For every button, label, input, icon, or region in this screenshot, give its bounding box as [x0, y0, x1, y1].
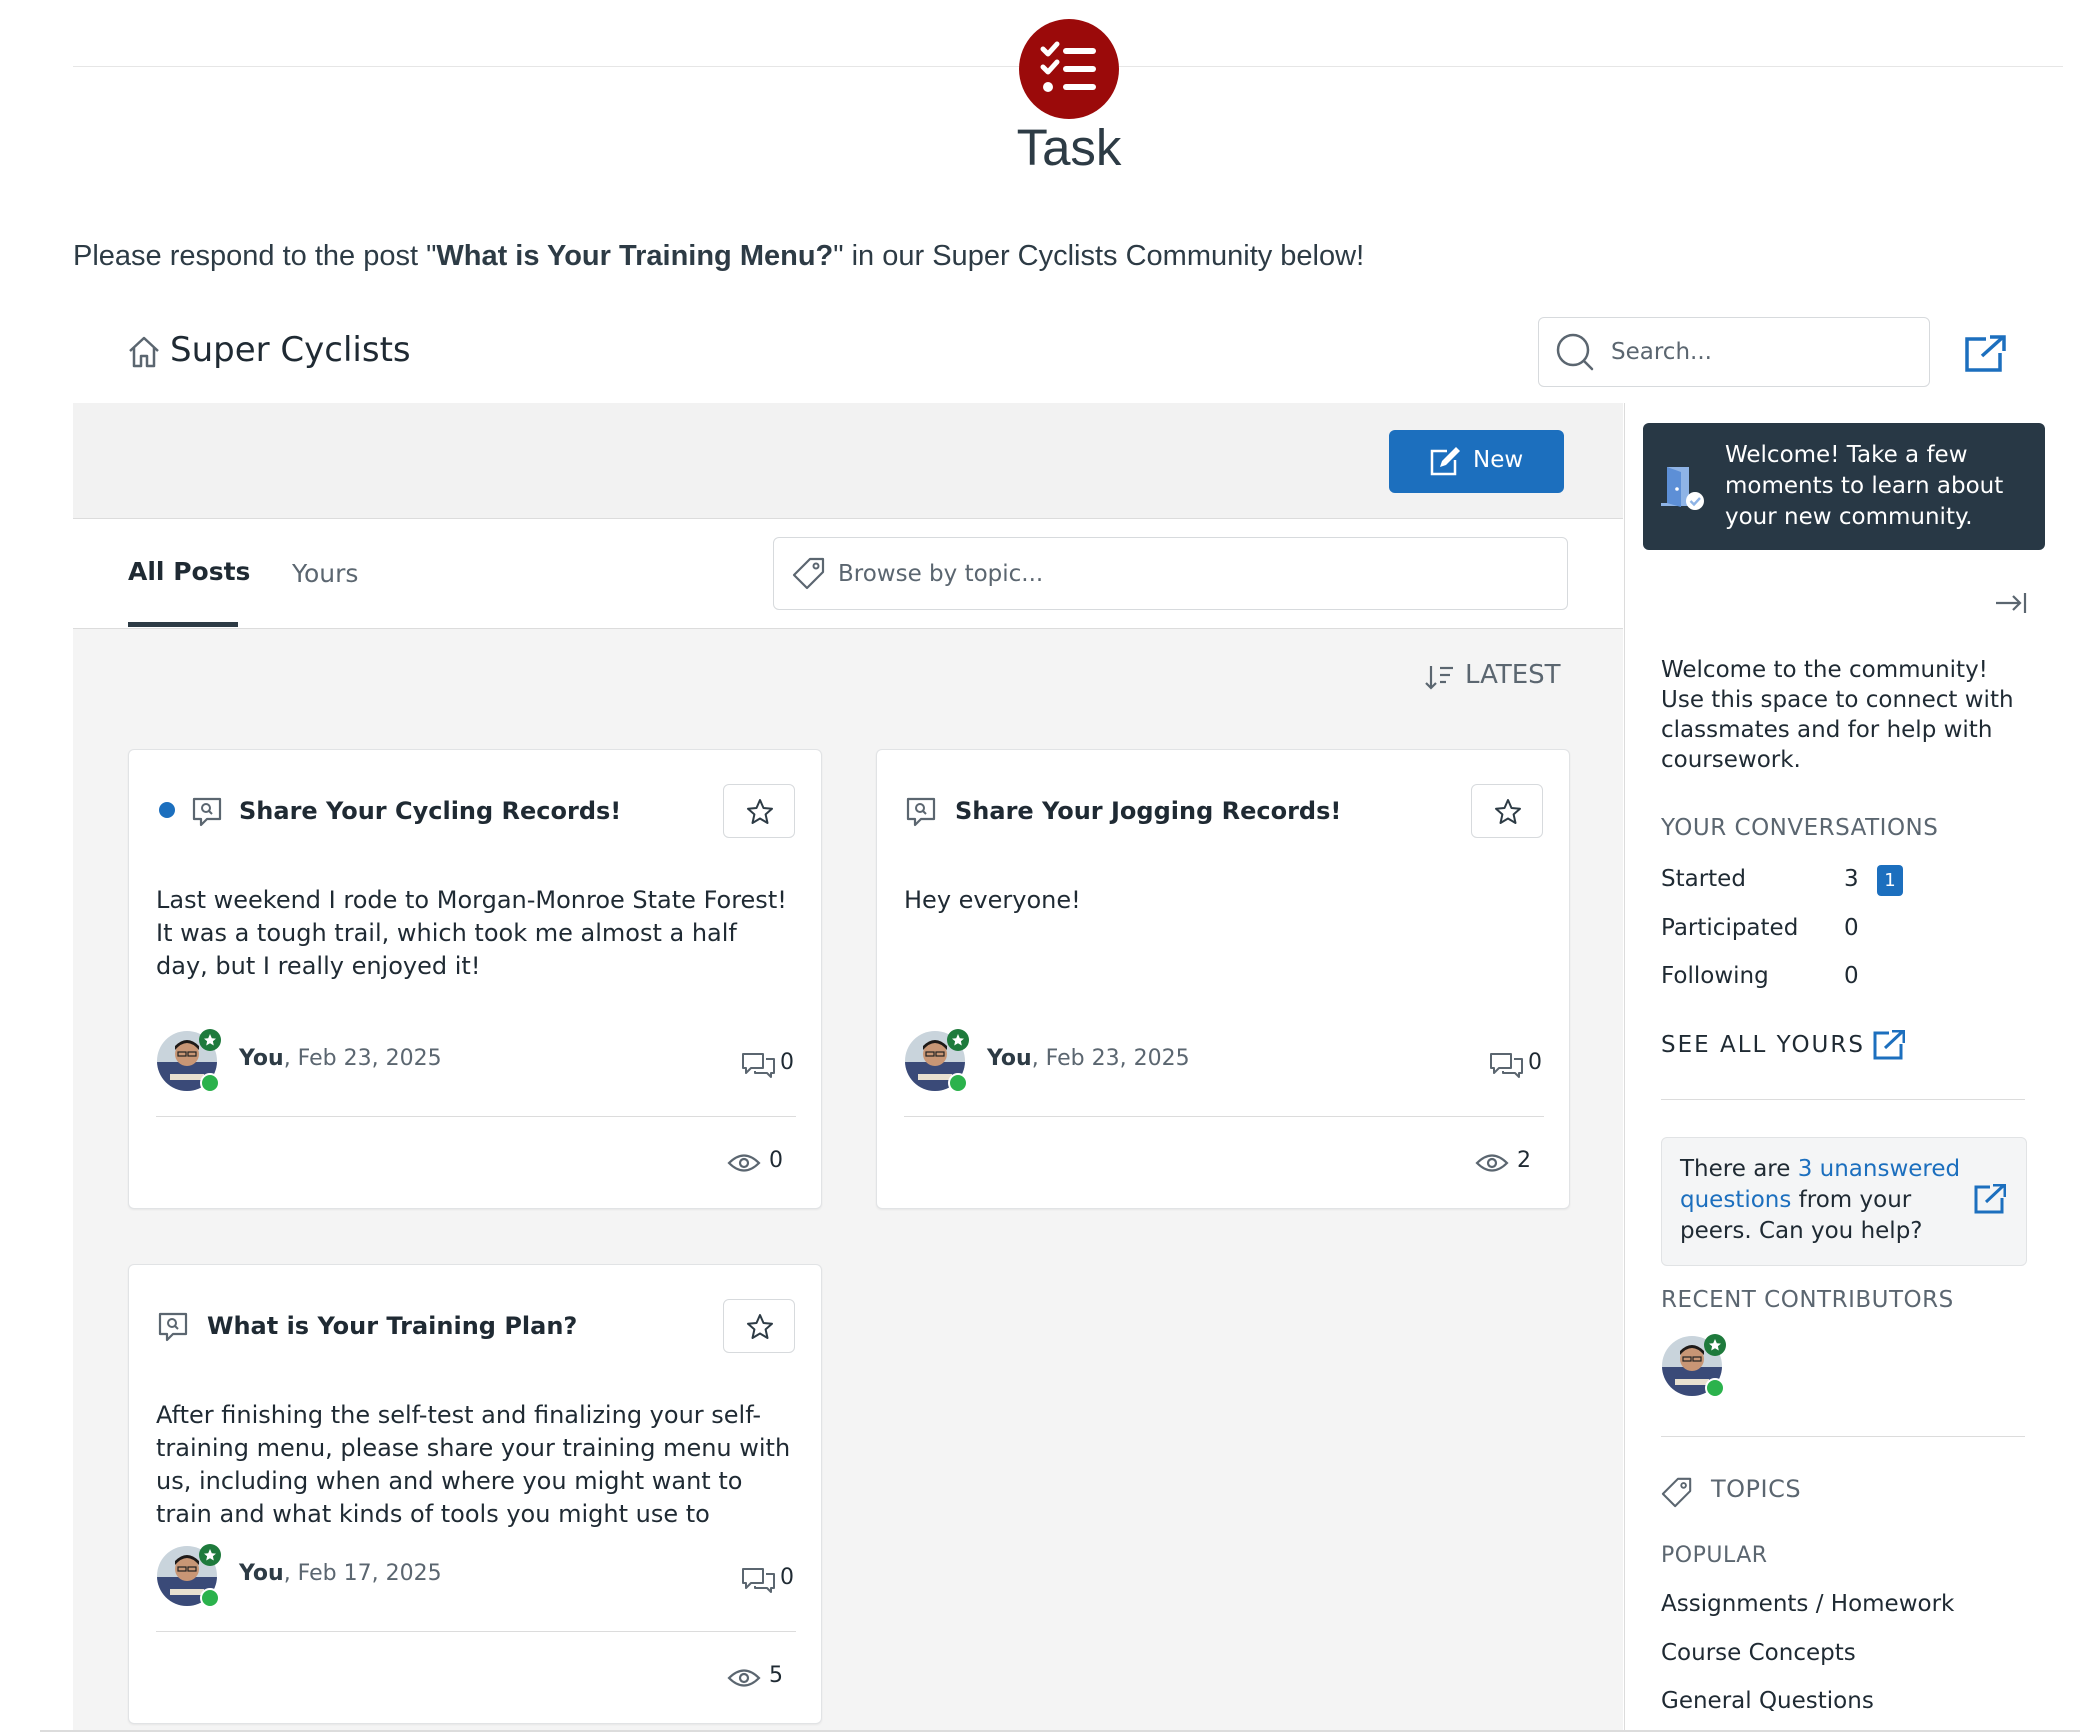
- browse-topic-field[interactable]: [773, 537, 1568, 610]
- sidebar-divider: [1661, 1436, 2025, 1437]
- topic-link[interactable]: Assignments / Homework: [1661, 1591, 1954, 1617]
- post-card[interactable]: Share Your Jogging Records! Hey everyone…: [876, 749, 1570, 1209]
- see-all-yours-link[interactable]: SEE ALL YOURS: [1661, 1032, 1865, 1058]
- recent-contributors-heading: RECENT CONTRIBUTORS: [1661, 1287, 1954, 1313]
- replies-icon: [742, 1568, 775, 1593]
- community-title[interactable]: Super Cyclists: [170, 330, 411, 370]
- tag-icon: [1661, 1477, 1692, 1508]
- post-date: , Feb 17, 2025: [283, 1561, 442, 1586]
- avatar[interactable]: [156, 1543, 222, 1609]
- star-icon: [747, 1314, 773, 1339]
- topic-link[interactable]: General Questions: [1661, 1688, 1874, 1714]
- post-meta: You, Feb 23, 2025: [239, 1046, 442, 1071]
- topics-heading: TOPICS: [1711, 1475, 1802, 1503]
- post-body: Hey everyone!: [904, 886, 1081, 914]
- post-author: You: [239, 1561, 284, 1586]
- unanswered-questions-callout[interactable]: There are 3 unanswered questions from yo…: [1661, 1137, 2027, 1266]
- task-instructions: Please respond to the post "What is Your…: [73, 240, 1364, 273]
- conversations-participated-count: 0: [1844, 915, 1859, 941]
- avatar[interactable]: [156, 1028, 222, 1094]
- instructions-text-end: " in our Super Cyclists Community below!: [833, 240, 1365, 272]
- views-icon: [727, 1669, 761, 1687]
- post-date: , Feb 23, 2025: [283, 1046, 442, 1071]
- search-field[interactable]: [1538, 317, 1930, 387]
- external-link-icon[interactable]: [1974, 1184, 2006, 1214]
- compose-icon: [1430, 447, 1460, 476]
- post-date: , Feb 23, 2025: [1031, 1046, 1190, 1071]
- reply-count: 0: [780, 1565, 794, 1590]
- topic-link[interactable]: Course Concepts: [1661, 1640, 1856, 1666]
- post-author: You: [239, 1046, 284, 1071]
- home-icon[interactable]: [127, 335, 161, 369]
- post-body: After finishing the self-test and finali…: [156, 1401, 791, 1528]
- new-activity-badge: 1: [1877, 865, 1903, 896]
- contributor-avatar[interactable]: [1661, 1333, 1727, 1399]
- post-card[interactable]: What is Your Training Plan? After finish…: [128, 1264, 822, 1724]
- post-meta: You, Feb 17, 2025: [239, 1561, 442, 1586]
- post-title[interactable]: Share Your Cycling Records!: [239, 797, 621, 825]
- open-in-new-window-icon[interactable]: [1964, 335, 2006, 373]
- sort-icon: [1425, 666, 1453, 690]
- view-count: 0: [769, 1148, 783, 1173]
- post-title[interactable]: Share Your Jogging Records!: [955, 797, 1341, 825]
- welcome-text: Welcome! Take a few moments to learn abo…: [1725, 442, 2004, 530]
- favorite-button[interactable]: [723, 1299, 795, 1353]
- question-icon: [192, 797, 222, 827]
- card-divider: [156, 1631, 796, 1632]
- instructions-post-title: What is Your Training Menu?: [436, 240, 834, 272]
- replies-icon: [742, 1053, 775, 1078]
- post-meta: You, Feb 23, 2025: [987, 1046, 1190, 1071]
- conversations-started-count: 3: [1844, 866, 1859, 892]
- task-title: Task: [1016, 119, 1122, 176]
- unanswered-text: There are 3 unanswered questions from yo…: [1680, 1154, 1970, 1247]
- tab-yours[interactable]: Yours: [292, 559, 358, 588]
- avatar[interactable]: [904, 1028, 970, 1094]
- favorite-button[interactable]: [723, 784, 795, 838]
- post-body: Last weekend I rode to Morgan-Monroe Sta…: [156, 886, 787, 980]
- star-icon: [1495, 799, 1521, 824]
- unread-indicator: [159, 802, 175, 818]
- sidebar-divider: [1661, 1099, 2025, 1100]
- view-count: 5: [769, 1663, 783, 1688]
- conversations-following-label[interactable]: Following: [1661, 963, 1769, 989]
- search-icon: [1556, 333, 1594, 371]
- conversations-started-label[interactable]: Started: [1661, 866, 1746, 892]
- new-button-label: New: [1473, 447, 1524, 473]
- conversations-participated-label[interactable]: Participated: [1661, 915, 1798, 941]
- question-icon: [906, 797, 936, 827]
- new-post-button[interactable]: New: [1389, 430, 1564, 493]
- view-count: 2: [1517, 1148, 1531, 1173]
- task-checklist-icon: [1019, 19, 1119, 119]
- card-divider: [156, 1116, 796, 1117]
- favorite-button[interactable]: [1471, 784, 1543, 838]
- search-input[interactable]: [1611, 330, 1911, 374]
- replies-icon: [1490, 1053, 1523, 1078]
- conversations-following-count: 0: [1844, 963, 1859, 989]
- tab-all-posts[interactable]: All Posts: [128, 557, 250, 586]
- active-tab-indicator: [128, 622, 238, 627]
- topic-input[interactable]: [838, 554, 1538, 594]
- tag-icon: [792, 557, 825, 590]
- sort-label: LATEST: [1465, 660, 1561, 690]
- community-intro: Welcome to the community! Use this space…: [1661, 657, 2014, 773]
- instructions-text-start: Please respond to the post ": [73, 240, 437, 272]
- reply-count: 0: [780, 1050, 794, 1075]
- views-icon: [1475, 1154, 1509, 1172]
- popular-heading: POPULAR: [1661, 1543, 1768, 1568]
- your-conversations-heading: YOUR CONVERSATIONS: [1661, 815, 1939, 841]
- collapse-sidebar-icon[interactable]: [1994, 590, 2028, 616]
- external-link-icon[interactable]: [1873, 1030, 1905, 1060]
- reply-count: 0: [1528, 1050, 1542, 1075]
- unanswered-text-start: There are: [1680, 1156, 1798, 1182]
- star-icon: [747, 799, 773, 824]
- card-divider: [904, 1116, 1544, 1117]
- views-icon: [727, 1154, 761, 1172]
- welcome-tour-button[interactable]: Welcome! Take a few moments to learn abo…: [1643, 423, 2045, 550]
- door-icon: [1661, 467, 1704, 510]
- post-author: You: [987, 1046, 1032, 1071]
- question-icon: [158, 1312, 188, 1342]
- post-title[interactable]: What is Your Training Plan?: [207, 1312, 577, 1340]
- post-card[interactable]: Share Your Cycling Records! Last weekend…: [128, 749, 822, 1209]
